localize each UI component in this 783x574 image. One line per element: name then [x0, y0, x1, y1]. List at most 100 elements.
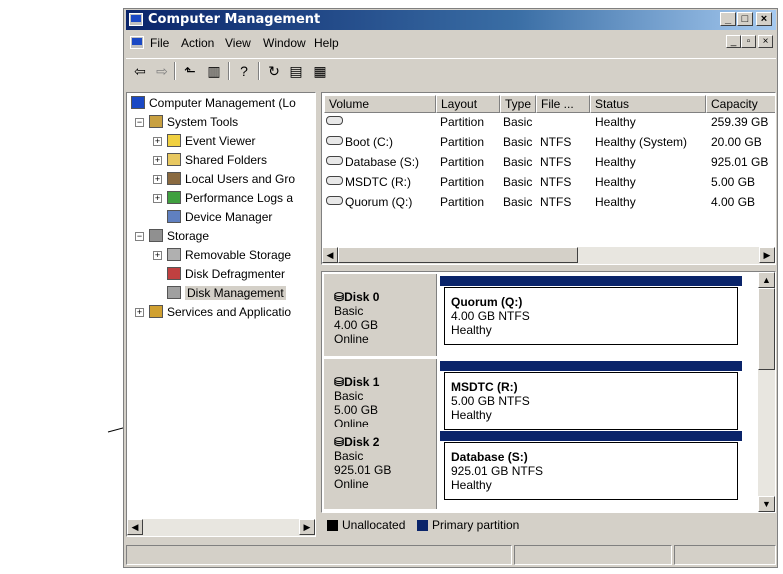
column-header-layout[interactable]: Layout — [436, 95, 500, 113]
disk-map: ⛁Disk 0 Basic 4.00 GB Online Quorum (Q:)… — [321, 271, 776, 513]
tree-node-performance-logs[interactable]: Performance Logs a — [167, 190, 293, 207]
volume-icon — [326, 136, 343, 145]
disk-label[interactable]: ⛁Disk 2 Basic 925.01 GB Online — [324, 427, 437, 509]
tree-node-device-manager[interactable]: Device Manager — [167, 209, 272, 226]
toolbar-separator — [228, 62, 230, 80]
list-horizontal-scrollbar[interactable]: ◀ ▶ — [322, 247, 775, 264]
scroll-right-icon[interactable]: ▶ — [299, 519, 315, 535]
volume-icon — [326, 176, 343, 185]
removable-storage-icon — [167, 248, 181, 261]
tree-node-root[interactable]: Computer Management (Lo — [131, 95, 296, 112]
disk-vertical-scrollbar[interactable]: ▲ ▼ — [758, 272, 775, 512]
tree-node-disk-defragmenter[interactable]: Disk Defragmenter — [167, 266, 285, 283]
window-title: Computer Management — [148, 12, 321, 27]
disk-name: ⛁Disk 0 — [334, 290, 380, 304]
back-icon[interactable]: ⇦ — [130, 62, 150, 80]
tree-node-shared-folders[interactable]: Shared Folders — [167, 152, 267, 169]
column-header-capacity[interactable]: Capacity — [706, 95, 775, 113]
tree-node-local-users[interactable]: Local Users and Gro — [167, 171, 295, 188]
up-folder-icon[interactable]: ⬑ — [180, 62, 200, 80]
services-icon — [149, 305, 163, 318]
system-menu-icon[interactable] — [130, 36, 144, 49]
volume-block[interactable]: Database (S:) 925.01 GB NTFS Healthy — [440, 427, 750, 509]
disk-management-icon — [167, 286, 181, 299]
volume-icon — [326, 116, 343, 125]
expand-toggle[interactable]: + — [153, 156, 162, 165]
defragmenter-icon — [167, 267, 181, 280]
column-header-file-system[interactable]: File ... — [536, 95, 590, 113]
primary-partition-bar — [440, 276, 742, 286]
primary-partition-bar — [440, 431, 742, 441]
menu-bar: File Action View Window Help _ ▫ × — [126, 32, 776, 54]
menu-file[interactable]: File — [150, 36, 169, 50]
tree-node-event-viewer[interactable]: Event Viewer — [167, 133, 255, 150]
column-header-type[interactable]: Type — [500, 95, 536, 113]
scroll-thumb[interactable] — [338, 247, 578, 263]
disk-name: ⛁Disk 1 — [334, 375, 380, 389]
menu-window[interactable]: Window — [263, 36, 306, 50]
collapse-toggle[interactable]: − — [135, 232, 144, 241]
mdi-minimize-button[interactable]: _ — [726, 35, 741, 48]
status-segment — [514, 545, 672, 565]
menu-action[interactable]: Action — [181, 36, 214, 50]
expand-toggle[interactable]: + — [153, 137, 162, 146]
tree-node-system-tools[interactable]: System Tools — [149, 114, 238, 131]
console-tree: Computer Management (Lo − System Tools +… — [126, 92, 316, 537]
disk-name: ⛁Disk 2 — [334, 435, 380, 449]
show-hide-tree-icon[interactable]: ▥ — [204, 62, 224, 80]
computer-icon — [129, 13, 143, 26]
column-header-volume[interactable]: Volume — [324, 95, 436, 113]
tools-icon — [149, 115, 163, 128]
tree-node-removable-storage[interactable]: Removable Storage — [167, 247, 291, 264]
scroll-down-icon[interactable]: ▼ — [758, 496, 775, 512]
forward-icon[interactable]: ⇨ — [152, 62, 172, 80]
help-icon[interactable]: ? — [234, 62, 254, 80]
users-icon — [167, 172, 181, 185]
minimize-button[interactable]: _ — [720, 12, 736, 26]
status-segment — [674, 545, 776, 565]
computer-icon — [131, 96, 145, 109]
settings-icon[interactable]: ▦ — [310, 62, 330, 80]
expand-toggle[interactable]: + — [153, 194, 162, 203]
tree-node-storage[interactable]: Storage — [149, 228, 209, 245]
scroll-left-icon[interactable]: ◀ — [127, 519, 143, 535]
status-bar — [126, 545, 776, 565]
scroll-right-icon[interactable]: ▶ — [759, 247, 775, 263]
expand-toggle[interactable]: + — [153, 175, 162, 184]
legend-primary-partition: Primary partition — [432, 518, 520, 532]
menu-help[interactable]: Help — [314, 36, 339, 50]
toolbar-separator — [174, 62, 176, 80]
primary-partition-swatch — [417, 520, 428, 531]
legend: Unallocated Primary partition — [321, 514, 776, 538]
volume-icon — [326, 156, 343, 165]
volume-block[interactable]: Quorum (Q:) 4.00 GB NTFS Healthy — [440, 274, 750, 356]
refresh-icon[interactable]: ↻ — [264, 62, 284, 80]
mdi-close-button[interactable]: × — [758, 35, 773, 48]
toolbar-separator — [258, 62, 260, 80]
volume-list: Volume Layout Type File ... Status Capac… — [321, 92, 776, 265]
tree-node-services[interactable]: Services and Applicatio — [149, 304, 291, 321]
event-viewer-icon — [167, 134, 181, 147]
tree-horizontal-scrollbar[interactable]: ◀ ▶ — [127, 519, 315, 536]
tree-node-disk-management[interactable]: Disk Management — [167, 285, 286, 302]
mdi-restore-button[interactable]: ▫ — [741, 35, 756, 48]
title-bar[interactable]: Computer Management _ □ × — [126, 10, 776, 30]
performance-icon — [167, 191, 181, 204]
close-button[interactable]: × — [756, 12, 772, 26]
scroll-thumb[interactable] — [758, 288, 775, 370]
disk-label[interactable]: ⛁Disk 0 Basic 4.00 GB Online — [324, 274, 437, 356]
column-header-status[interactable]: Status — [590, 95, 706, 113]
properties-icon[interactable]: ▤ — [286, 62, 306, 80]
maximize-button[interactable]: □ — [737, 12, 753, 26]
scroll-left-icon[interactable]: ◀ — [322, 247, 338, 263]
storage-icon — [149, 229, 163, 242]
scroll-up-icon[interactable]: ▲ — [758, 272, 775, 288]
menu-view[interactable]: View — [225, 36, 251, 50]
expand-toggle[interactable]: + — [135, 308, 144, 317]
expand-toggle[interactable]: + — [153, 251, 162, 260]
volume-icon — [326, 196, 343, 205]
collapse-toggle[interactable]: − — [135, 118, 144, 127]
primary-partition-bar — [440, 361, 742, 371]
status-segment — [126, 545, 512, 565]
device-manager-icon — [167, 210, 181, 223]
